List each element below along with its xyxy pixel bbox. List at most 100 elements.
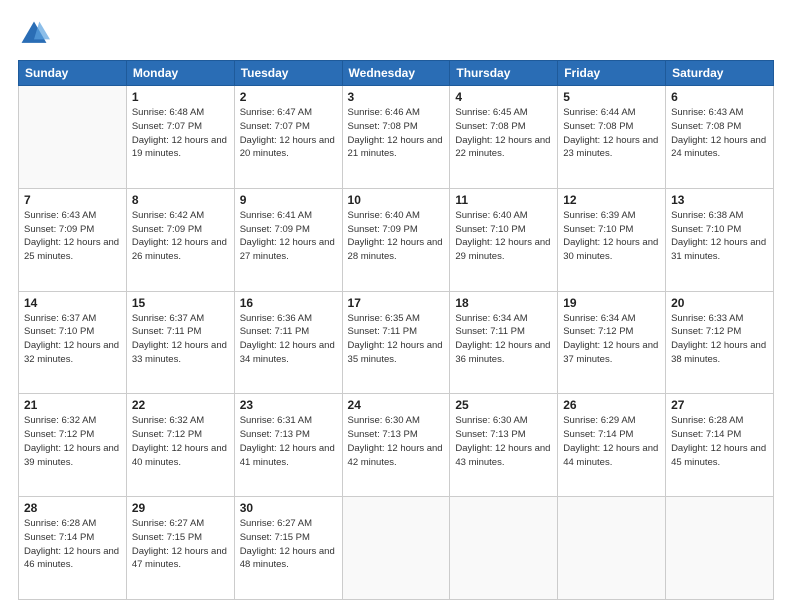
calendar-cell: 8 Sunrise: 6:42 AMSunset: 7:09 PMDaylight… [126, 188, 234, 291]
calendar-cell: 6Sunrise: 6:43 AMSunset: 7:08 PMDaylight… [666, 86, 774, 189]
calendar-cell: 17 Sunrise: 6:35 AMSunset: 7:11 PMDayligh… [342, 291, 450, 394]
day-info: Sunrise: 6:27 AMSunset: 7:15 PMDaylight:… [132, 517, 229, 572]
day-number: 7 [24, 193, 121, 207]
day-info: Sunrise: 6:28 AMSunset: 7:14 PMDaylight:… [24, 517, 121, 572]
calendar-week-row: 21 Sunrise: 6:32 AMSunset: 7:12 PMDayligh… [19, 394, 774, 497]
day-info: Sunrise: 6:33 AMSunset: 7:12 PMDaylight:… [671, 312, 768, 367]
calendar-week-row: 7 Sunrise: 6:43 AMSunset: 7:09 PMDaylight… [19, 188, 774, 291]
day-info: Sunrise: 6:40 AMSunset: 7:10 PMDaylight:… [455, 209, 552, 264]
day-number: 5 [563, 90, 660, 104]
calendar-cell: 27 Sunrise: 6:28 AMSunset: 7:14 PMDayligh… [666, 394, 774, 497]
calendar-cell: 18 Sunrise: 6:34 AMSunset: 7:11 PMDayligh… [450, 291, 558, 394]
day-number: 20 [671, 296, 768, 310]
day-info: Sunrise: 6:30 AMSunset: 7:13 PMDaylight:… [348, 414, 445, 469]
calendar-cell: 20 Sunrise: 6:33 AMSunset: 7:12 PMDayligh… [666, 291, 774, 394]
calendar-cell [342, 497, 450, 600]
calendar-cell: 10 Sunrise: 6:40 AMSunset: 7:09 PMDayligh… [342, 188, 450, 291]
calendar-cell: 1 Sunrise: 6:48 AMSunset: 7:07 PMDaylight… [126, 86, 234, 189]
calendar-cell: 5Sunrise: 6:44 AMSunset: 7:08 PMDaylight… [558, 86, 666, 189]
calendar-cell: 4 Sunrise: 6:45 AMSunset: 7:08 PMDaylight… [450, 86, 558, 189]
calendar-cell: 16Sunrise: 6:36 AMSunset: 7:11 PMDayligh… [234, 291, 342, 394]
day-info: Sunrise: 6:39 AMSunset: 7:10 PMDaylight:… [563, 209, 660, 264]
day-number: 11 [455, 193, 552, 207]
day-info: Sunrise: 6:30 AMSunset: 7:13 PMDaylight:… [455, 414, 552, 469]
calendar-cell: 11 Sunrise: 6:40 AMSunset: 7:10 PMDayligh… [450, 188, 558, 291]
calendar-cell: 19Sunrise: 6:34 AMSunset: 7:12 PMDayligh… [558, 291, 666, 394]
day-number: 30 [240, 501, 337, 515]
day-number: 8 [132, 193, 229, 207]
header [18, 18, 774, 50]
calendar-cell: 12 Sunrise: 6:39 AMSunset: 7:10 PMDayligh… [558, 188, 666, 291]
day-number: 12 [563, 193, 660, 207]
calendar-cell [666, 497, 774, 600]
calendar-cell: 3Sunrise: 6:46 AMSunset: 7:08 PMDaylight… [342, 86, 450, 189]
day-number: 21 [24, 398, 121, 412]
day-info: Sunrise: 6:43 AMSunset: 7:08 PMDaylight:… [671, 106, 768, 161]
day-info: Sunrise: 6:32 AMSunset: 7:12 PMDaylight:… [132, 414, 229, 469]
calendar-cell [19, 86, 127, 189]
weekday-header-sunday: Sunday [19, 61, 127, 86]
calendar-cell: 13Sunrise: 6:38 AMSunset: 7:10 PMDayligh… [666, 188, 774, 291]
day-number: 9 [240, 193, 337, 207]
day-number: 28 [24, 501, 121, 515]
calendar-cell [450, 497, 558, 600]
day-number: 15 [132, 296, 229, 310]
calendar-week-row: 1 Sunrise: 6:48 AMSunset: 7:07 PMDaylight… [19, 86, 774, 189]
logo [18, 18, 54, 50]
day-info: Sunrise: 6:37 AMSunset: 7:11 PMDaylight:… [132, 312, 229, 367]
day-info: Sunrise: 6:46 AMSunset: 7:08 PMDaylight:… [348, 106, 445, 161]
calendar-cell: 30Sunrise: 6:27 AMSunset: 7:15 PMDayligh… [234, 497, 342, 600]
day-info: Sunrise: 6:45 AMSunset: 7:08 PMDaylight:… [455, 106, 552, 161]
day-info: Sunrise: 6:31 AMSunset: 7:13 PMDaylight:… [240, 414, 337, 469]
day-info: Sunrise: 6:34 AMSunset: 7:11 PMDaylight:… [455, 312, 552, 367]
day-info: Sunrise: 6:28 AMSunset: 7:14 PMDaylight:… [671, 414, 768, 469]
day-info: Sunrise: 6:35 AMSunset: 7:11 PMDaylight:… [348, 312, 445, 367]
page: SundayMondayTuesdayWednesdayThursdayFrid… [0, 0, 792, 612]
weekday-header-saturday: Saturday [666, 61, 774, 86]
day-info: Sunrise: 6:37 AMSunset: 7:10 PMDaylight:… [24, 312, 121, 367]
calendar-cell: 21 Sunrise: 6:32 AMSunset: 7:12 PMDayligh… [19, 394, 127, 497]
day-info: Sunrise: 6:43 AMSunset: 7:09 PMDaylight:… [24, 209, 121, 264]
calendar-cell: 28 Sunrise: 6:28 AMSunset: 7:14 PMDayligh… [19, 497, 127, 600]
calendar-cell: 14 Sunrise: 6:37 AMSunset: 7:10 PMDayligh… [19, 291, 127, 394]
weekday-header-friday: Friday [558, 61, 666, 86]
calendar-cell: 29 Sunrise: 6:27 AMSunset: 7:15 PMDayligh… [126, 497, 234, 600]
day-info: Sunrise: 6:42 AMSunset: 7:09 PMDaylight:… [132, 209, 229, 264]
day-info: Sunrise: 6:32 AMSunset: 7:12 PMDaylight:… [24, 414, 121, 469]
weekday-header-thursday: Thursday [450, 61, 558, 86]
day-info: Sunrise: 6:34 AMSunset: 7:12 PMDaylight:… [563, 312, 660, 367]
day-info: Sunrise: 6:29 AMSunset: 7:14 PMDaylight:… [563, 414, 660, 469]
day-info: Sunrise: 6:41 AMSunset: 7:09 PMDaylight:… [240, 209, 337, 264]
day-number: 14 [24, 296, 121, 310]
weekday-header-tuesday: Tuesday [234, 61, 342, 86]
day-info: Sunrise: 6:36 AMSunset: 7:11 PMDaylight:… [240, 312, 337, 367]
calendar-table: SundayMondayTuesdayWednesdayThursdayFrid… [18, 60, 774, 600]
calendar-cell: 24 Sunrise: 6:30 AMSunset: 7:13 PMDayligh… [342, 394, 450, 497]
calendar-cell: 23 Sunrise: 6:31 AMSunset: 7:13 PMDayligh… [234, 394, 342, 497]
day-info: Sunrise: 6:38 AMSunset: 7:10 PMDaylight:… [671, 209, 768, 264]
day-number: 22 [132, 398, 229, 412]
day-number: 4 [455, 90, 552, 104]
day-number: 24 [348, 398, 445, 412]
day-info: Sunrise: 6:47 AMSunset: 7:07 PMDaylight:… [240, 106, 337, 161]
day-number: 26 [563, 398, 660, 412]
day-number: 25 [455, 398, 552, 412]
logo-icon [18, 18, 50, 50]
day-number: 10 [348, 193, 445, 207]
calendar-cell: 2Sunrise: 6:47 AMSunset: 7:07 PMDaylight… [234, 86, 342, 189]
weekday-header-wednesday: Wednesday [342, 61, 450, 86]
day-number: 18 [455, 296, 552, 310]
day-number: 29 [132, 501, 229, 515]
calendar-week-row: 14 Sunrise: 6:37 AMSunset: 7:10 PMDayligh… [19, 291, 774, 394]
day-number: 27 [671, 398, 768, 412]
calendar-cell: 25 Sunrise: 6:30 AMSunset: 7:13 PMDayligh… [450, 394, 558, 497]
day-number: 23 [240, 398, 337, 412]
day-number: 1 [132, 90, 229, 104]
calendar-cell: 15 Sunrise: 6:37 AMSunset: 7:11 PMDayligh… [126, 291, 234, 394]
calendar-cell: 22 Sunrise: 6:32 AMSunset: 7:12 PMDayligh… [126, 394, 234, 497]
day-number: 17 [348, 296, 445, 310]
calendar-cell: 7 Sunrise: 6:43 AMSunset: 7:09 PMDaylight… [19, 188, 127, 291]
calendar-cell [558, 497, 666, 600]
day-info: Sunrise: 6:40 AMSunset: 7:09 PMDaylight:… [348, 209, 445, 264]
day-info: Sunrise: 6:48 AMSunset: 7:07 PMDaylight:… [132, 106, 229, 161]
